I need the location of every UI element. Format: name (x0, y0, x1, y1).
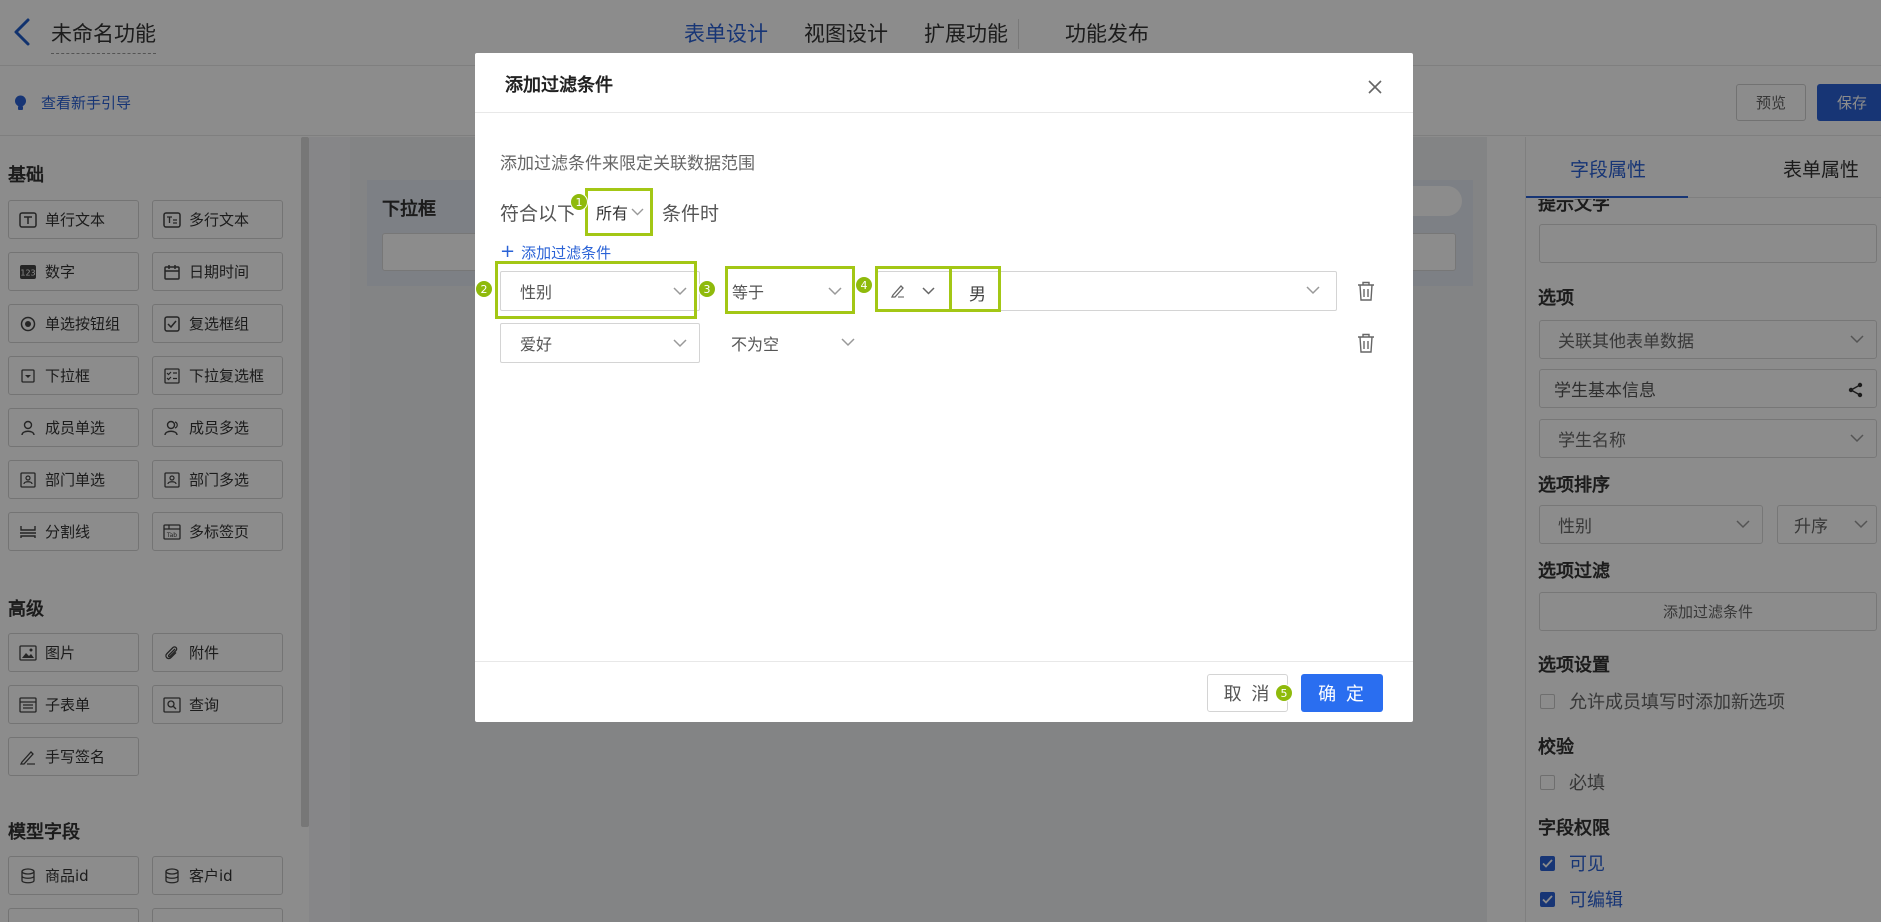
condition-value: 男 (969, 285, 986, 305)
callout-badge: 3 (698, 280, 716, 298)
condition-field-value: 性别 (520, 283, 553, 302)
chevron-down-icon (828, 287, 842, 296)
trash-icon[interactable] (1357, 333, 1375, 353)
condition-operator-value: 等于 (732, 283, 765, 302)
close-icon[interactable] (1367, 79, 1383, 95)
form-designer-page: 未命名功能 表单设计 视图设计 扩展功能 功能发布 查看新手引导 预览 保存 基… (0, 0, 1881, 922)
value-type-select[interactable] (880, 274, 938, 308)
chevron-down-icon (841, 338, 855, 347)
chevron-down-icon (673, 287, 687, 296)
dialog-footer: 取 消 5 确 定 (475, 661, 1413, 722)
add-condition-link[interactable]: + 添加过滤条件 (500, 241, 612, 263)
pen-icon (890, 285, 904, 298)
value-divider (949, 272, 950, 310)
dialog-header: 添加过滤条件 (475, 53, 1413, 113)
callout-badge: 5 (1275, 684, 1293, 702)
plus-icon: + (500, 241, 516, 262)
condition-operator-value: 不为空 (731, 335, 780, 354)
trash-icon[interactable] (1357, 281, 1375, 301)
condition-operator-select[interactable]: 等于 (725, 271, 855, 311)
chevron-down-icon (673, 339, 687, 348)
callout-badge: 1 (570, 193, 588, 211)
confirm-button[interactable]: 确 定 (1301, 674, 1383, 712)
match-mode-select[interactable]: 所有 (585, 188, 653, 236)
filter-dialog: 添加过滤条件 添加过滤条件来限定关联数据范围 符合以下 所有 1 条件时 + 添… (475, 53, 1413, 722)
condition-field-select[interactable]: 性别 (500, 271, 700, 311)
dialog-description: 添加过滤条件来限定关联数据范围 (500, 154, 755, 174)
chevron-down-icon (631, 208, 644, 216)
chevron-down-icon (922, 287, 935, 295)
condition-field-value: 爱好 (520, 335, 553, 354)
add-condition-label: 添加过滤条件 (521, 244, 612, 262)
condition-operator-select[interactable]: 不为空 (731, 323, 861, 363)
condition-value-input[interactable] (877, 271, 1337, 311)
match-prefix-text: 符合以下 (500, 203, 577, 225)
match-mode-value: 所有 (596, 204, 629, 223)
callout-badge: 4 (855, 276, 873, 294)
condition-field-select[interactable]: 爱好 (500, 323, 700, 363)
callout-badge: 2 (475, 280, 493, 298)
match-suffix-text: 条件时 (662, 203, 720, 225)
chevron-down-icon[interactable] (1306, 285, 1320, 295)
dialog-title: 添加过滤条件 (505, 75, 613, 96)
